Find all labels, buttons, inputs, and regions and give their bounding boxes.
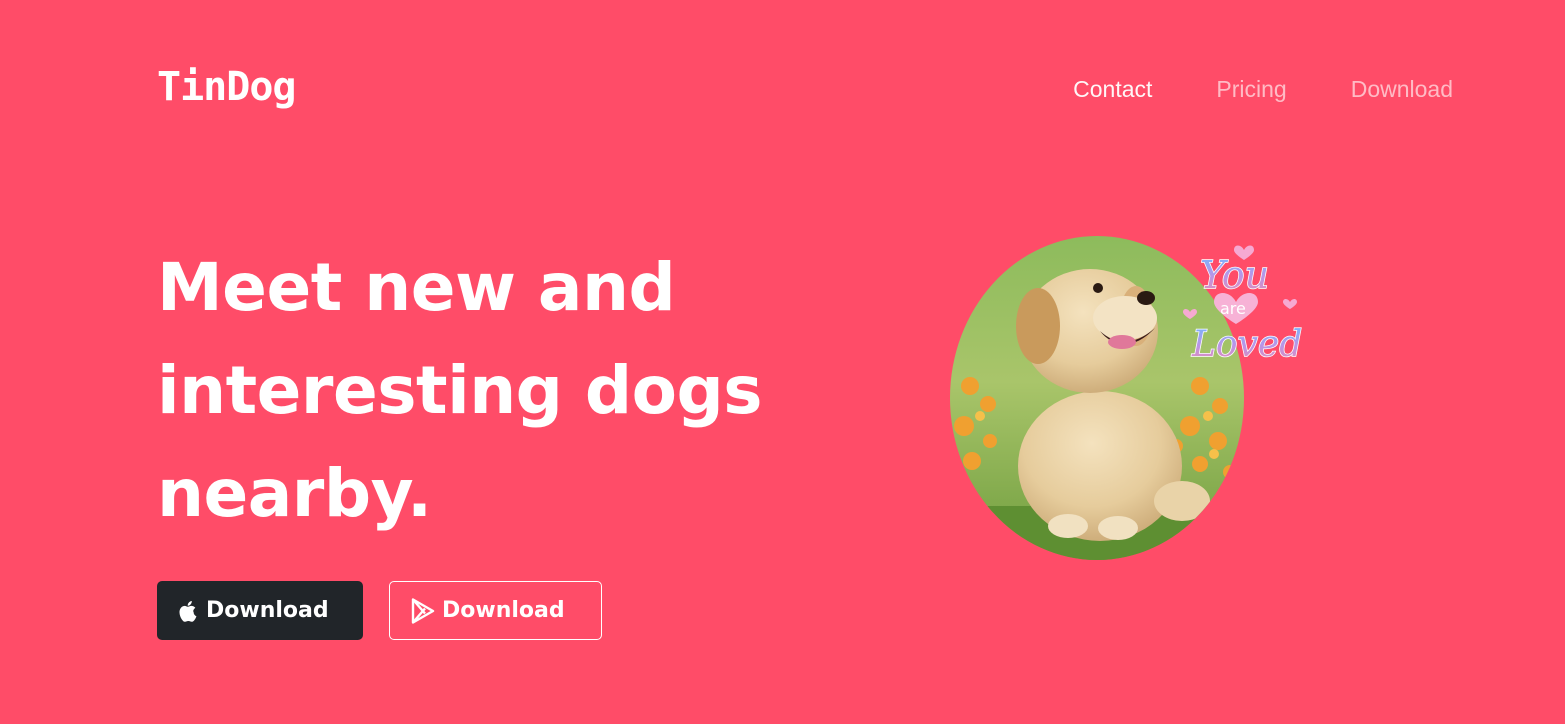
google-play-download-button[interactable]: Download [389,581,602,640]
hero-headline: Meet new and interesting dogs nearby. [157,236,857,545]
headline-line-1: Meet new and [157,249,676,326]
top-nav: Contact Pricing Download [1073,76,1453,103]
nav-link-contact[interactable]: Contact [1073,76,1152,103]
you-are-loved-sticker: You are Loved [1180,236,1304,366]
svg-text:Loved: Loved [1191,324,1302,365]
headline-line-3: nearby. [157,455,432,532]
apple-icon [179,600,199,622]
headline-line-2: interesting dogs [157,352,763,429]
google-play-icon [411,597,435,624]
download-buttons: Download Download [157,581,602,640]
svg-text:are: are [1220,299,1246,318]
apple-download-label: Download [206,598,329,623]
brand-logo[interactable]: TinDog [157,64,296,110]
nav-link-pricing[interactable]: Pricing [1216,76,1286,103]
apple-download-button[interactable]: Download [157,581,363,640]
google-play-download-label: Download [442,598,565,623]
svg-text:You: You [1200,253,1269,297]
nav-link-download[interactable]: Download [1351,76,1453,103]
